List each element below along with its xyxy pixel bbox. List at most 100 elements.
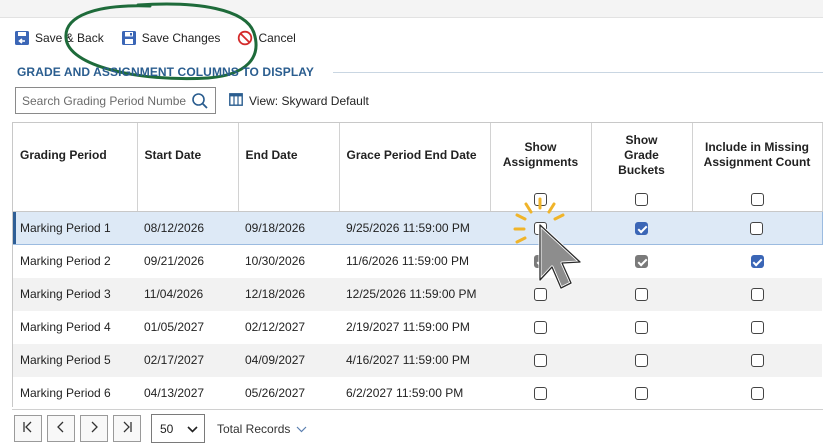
show-grade-buckets-checkbox[interactable] (635, 288, 648, 302)
show-assignments-cell (490, 343, 591, 377)
prev-page-button[interactable] (47, 415, 75, 442)
grading-period-cell: Marking Period 1 (13, 211, 137, 245)
end-date-cell: 02/12/2027 (245, 320, 306, 334)
table-row[interactable]: Marking Period 2 09/21/2026 10/30/2026 11/6… (13, 245, 822, 278)
end-date-cell: 05/26/2027 (245, 386, 306, 400)
show-assignments-cell (490, 277, 591, 311)
include-missing-checkbox[interactable] (750, 288, 764, 302)
search-icon[interactable] (191, 92, 209, 115)
col-end-date[interactable]: End Date (238, 123, 340, 212)
show-assignments-checkbox[interactable] (534, 288, 547, 302)
grace-end-date-cell: 6/2/2027 11:59:00 PM (346, 386, 464, 400)
show-assignments-cell (490, 377, 591, 408)
end-date-cell: 10/30/2026 (245, 254, 306, 269)
show-assignments-checkbox[interactable] (534, 255, 547, 269)
col-show-assignments: Show Assignments (490, 123, 592, 212)
grading-period-cell: Marking Period 6 (20, 386, 111, 400)
grace-end-date-cell: 4/16/2027 11:59:00 PM (339, 343, 490, 377)
cancel-circle-icon (237, 30, 258, 46)
show-assignments-checkbox[interactable] (534, 222, 547, 236)
show-buckets-all-checkbox[interactable] (635, 192, 648, 206)
next-page-button[interactable] (80, 415, 108, 442)
show-grade-buckets-checkbox[interactable] (635, 255, 648, 269)
toolbar: Save & Back Save Changes Cancel (14, 27, 313, 49)
show-assignments-cell (490, 211, 591, 245)
search-input[interactable] (16, 93, 186, 108)
cancel-button[interactable]: Cancel (237, 30, 296, 46)
include-missing-checkbox[interactable] (750, 354, 764, 368)
columns-view-icon (229, 93, 249, 109)
start-date-cell: 04/13/2027 (144, 386, 205, 400)
show-assignments-all-checkbox[interactable] (534, 192, 547, 206)
view-selector[interactable]: View: Skyward Default (229, 93, 369, 109)
grading-period-grid: Grading Period Start Date End Date Grace… (12, 122, 823, 407)
show-grade-buckets-checkbox[interactable] (635, 354, 648, 368)
grace-end-date-cell: 9/25/2026 11:59:00 PM (339, 211, 490, 245)
show-assignments-checkbox[interactable] (534, 354, 547, 368)
header-row: Grading Period Start Date End Date Grace… (13, 123, 823, 212)
top-strip (0, 0, 823, 18)
table-row[interactable]: Marking Period 1 08/12/2026 09/18/2026 9/25… (13, 211, 823, 245)
grading-period-cell: Marking Period 3 (13, 277, 137, 311)
end-date-cell: 09/18/2026 (238, 211, 339, 245)
section-divider (333, 72, 823, 73)
show-assignments-checkbox[interactable] (534, 321, 547, 335)
save-back-button[interactable]: Save & Back (14, 30, 104, 46)
next-page-icon (88, 420, 100, 438)
first-page-button[interactable] (14, 415, 42, 442)
include-missing-cell (692, 343, 822, 377)
show-grade-buckets-cell (591, 311, 692, 344)
table-row[interactable]: Marking Period 6 04/13/2027 05/26/2027 6/2/… (13, 377, 822, 408)
show-assignments-checkbox[interactable] (534, 387, 547, 401)
start-date-cell: 08/12/2026 (137, 211, 238, 245)
show-grade-buckets-cell (591, 277, 692, 311)
include-missing-cell (692, 311, 822, 344)
pager: 50 Total Records (12, 409, 823, 447)
save-back-label: Save & Back (35, 31, 104, 45)
section-title: GRADE AND ASSIGNMENT COLUMNS TO DISPLAY (17, 65, 315, 79)
table-row[interactable]: Marking Period 3 11/04/2026 12/18/2026 12/2… (13, 277, 822, 311)
page-size-select[interactable]: 50 (151, 414, 205, 443)
view-label: View: Skyward Default (249, 94, 369, 108)
show-grade-buckets-checkbox[interactable] (635, 222, 648, 236)
show-assignments-cell (490, 311, 591, 344)
show-grade-buckets-checkbox[interactable] (635, 387, 648, 401)
last-page-button[interactable] (113, 415, 141, 442)
grading-period-cell: Marking Period 5 (13, 343, 137, 377)
col-show-grade-buckets: Show Grade Buckets (591, 123, 693, 212)
total-records-toggle[interactable]: Total Records (217, 422, 307, 436)
show-grade-buckets-cell (591, 245, 692, 278)
start-date-cell: 11/04/2026 (137, 277, 238, 311)
save-changes-button[interactable]: Save Changes (121, 30, 220, 46)
col-grace-end-date[interactable]: Grace Period End Date (339, 123, 491, 212)
include-missing-checkbox[interactable] (750, 255, 764, 269)
show-grade-buckets-cell (591, 211, 692, 245)
show-grade-buckets-cell (591, 377, 692, 408)
table-row[interactable]: Marking Period 5 02/17/2027 04/09/2027 4/16… (13, 343, 822, 377)
search-box (15, 87, 216, 114)
grace-end-date-cell: 11/6/2026 11:59:00 PM (346, 254, 469, 269)
total-records-chevron-icon (290, 422, 307, 436)
show-grade-buckets-checkbox[interactable] (635, 321, 648, 335)
include-missing-cell (692, 211, 823, 245)
total-records-label: Total Records (217, 421, 291, 436)
cancel-label: Cancel (258, 31, 296, 45)
chevron-down-icon (187, 422, 198, 436)
floppy-disk-icon (121, 30, 142, 46)
grace-end-date-cell: 2/19/2027 11:59:00 PM (346, 320, 470, 334)
save-back-icon (14, 30, 35, 46)
first-page-icon (21, 420, 35, 438)
show-assignments-cell (490, 245, 591, 278)
prev-page-icon (55, 420, 67, 438)
include-missing-checkbox[interactable] (750, 222, 764, 236)
start-date-cell: 02/17/2027 (137, 343, 238, 377)
include-missing-cell (692, 377, 822, 408)
start-date-cell: 09/21/2026 (144, 254, 205, 269)
col-grading-period[interactable]: Grading Period (13, 123, 138, 212)
col-start-date[interactable]: Start Date (137, 123, 239, 212)
include-missing-checkbox[interactable] (750, 321, 764, 335)
table-row[interactable]: Marking Period 4 01/05/2027 02/12/2027 2/19… (13, 311, 822, 344)
include-missing-cell (692, 277, 822, 311)
include-missing-all-checkbox[interactable] (750, 192, 764, 206)
include-missing-checkbox[interactable] (750, 387, 764, 401)
